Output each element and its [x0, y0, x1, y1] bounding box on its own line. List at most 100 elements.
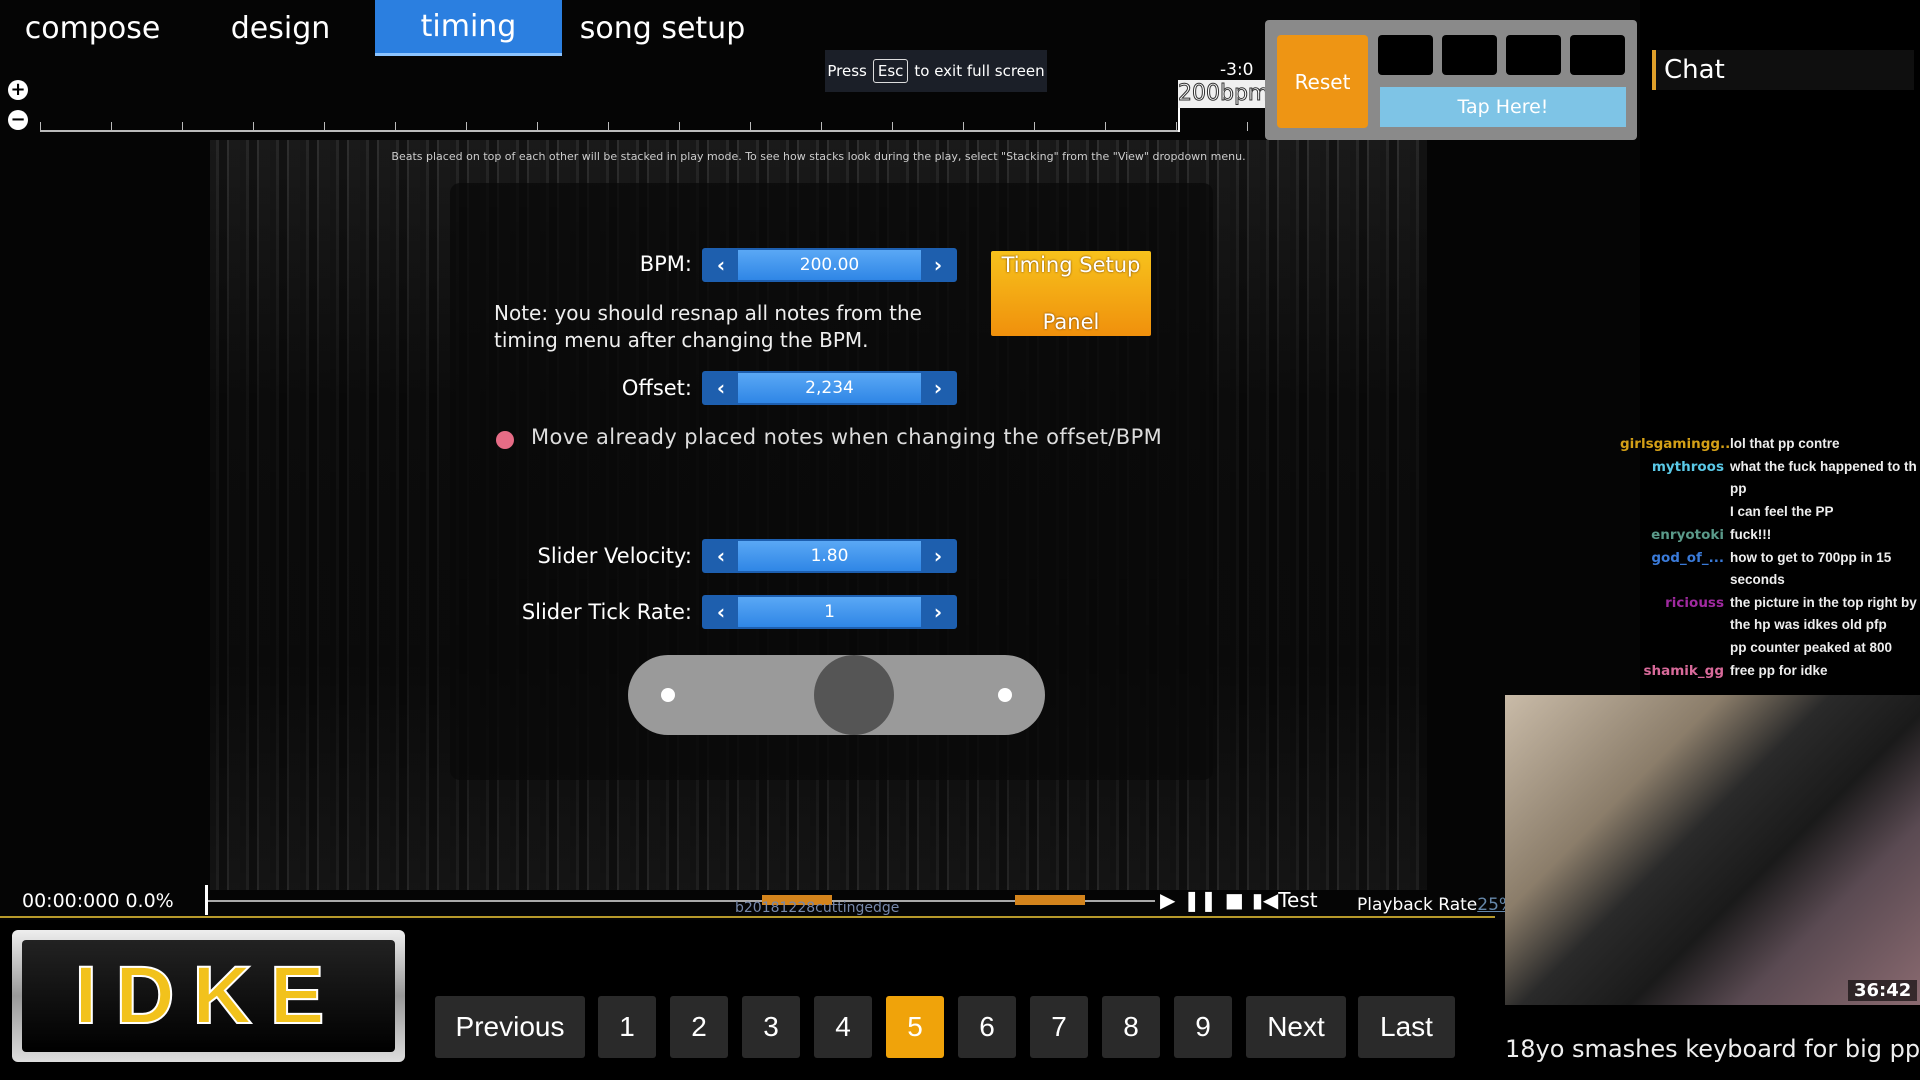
tab-compose[interactable]: compose: [0, 0, 185, 56]
timeline-cursor[interactable]: [205, 885, 208, 915]
move-notes-label[interactable]: Move already placed notes when changing …: [531, 425, 1162, 449]
test-label: Test: [1278, 888, 1318, 912]
chat-message: mythroos what the fuck happened to th pp: [1620, 456, 1920, 500]
zoom-out-icon[interactable]: −: [8, 110, 28, 130]
timeline-ruler[interactable]: [40, 130, 1180, 132]
ruler-tick: [1176, 122, 1177, 131]
timing-setup-line2: Panel: [1042, 310, 1100, 334]
tab-timing[interactable]: timing: [375, 0, 562, 56]
chat-username[interactable]: shamik_gg: [1620, 660, 1730, 682]
tab-design[interactable]: design: [188, 0, 373, 56]
ruler-tick: [182, 122, 183, 131]
tap-here-button[interactable]: Tap Here!: [1380, 87, 1626, 127]
chat-message: girlsgamingg... lol that pp contre: [1620, 433, 1920, 455]
test-button[interactable]: ▮◀Test: [1252, 888, 1318, 912]
page-1-button[interactable]: 1: [598, 996, 656, 1058]
ruler-tick: [821, 122, 822, 131]
ruler-tick: [253, 122, 254, 131]
next-button[interactable]: Next: [1246, 996, 1346, 1058]
chat-username[interactable]: enryotoki: [1620, 524, 1730, 546]
playback-rate-label: Playback Rate: [1357, 895, 1478, 915]
zoom-in-icon[interactable]: +: [8, 80, 28, 100]
chat-username[interactable]: god_of_...: [1620, 547, 1730, 591]
webcam-video: [1505, 695, 1920, 1005]
chat-text: fuck!!!: [1730, 527, 1772, 542]
stacking-hint: Beats placed on top of each other will b…: [391, 150, 1246, 163]
offset-stepper[interactable]: ‹ 2,234 ›: [702, 371, 957, 405]
notice-press: Press: [827, 62, 867, 80]
slider-velocity-stepper[interactable]: ‹ 1.80 ›: [702, 539, 957, 573]
previous-button[interactable]: Previous: [435, 996, 585, 1058]
time-percent: 0.0%: [125, 890, 174, 912]
slider-tick: [998, 688, 1012, 702]
chat-message: I can feel the PP: [1620, 501, 1920, 523]
ruler-tick: [963, 122, 964, 131]
page-5-button[interactable]: 5: [886, 996, 944, 1058]
move-notes-radio[interactable]: [496, 431, 514, 449]
playback-time: 00:00:000 0.0%: [22, 890, 174, 912]
play-icon[interactable]: ▶: [1160, 888, 1175, 912]
chevron-right-icon[interactable]: ›: [920, 250, 955, 280]
chevron-left-icon[interactable]: ‹: [704, 250, 738, 280]
chevron-left-icon[interactable]: ‹: [704, 597, 738, 627]
chat-title: Chat: [1652, 50, 1914, 90]
ruler-tick: [679, 122, 680, 131]
chat-username[interactable]: girlsgamingg...: [1620, 433, 1730, 455]
bpm-value[interactable]: 200.00: [800, 255, 859, 275]
page-7-button[interactable]: 7: [1030, 996, 1088, 1058]
stop-icon[interactable]: ■: [1225, 888, 1244, 912]
page-6-button[interactable]: 6: [958, 996, 1016, 1058]
slider-tick-rate-label: Slider Tick Rate:: [521, 600, 692, 624]
ruler-tick: [1034, 122, 1035, 131]
chat-text: I can feel the PP: [1730, 504, 1834, 519]
page-4-button[interactable]: 4: [814, 996, 872, 1058]
fullscreen-notice: Press Esc to exit full screen: [825, 50, 1047, 92]
chevron-left-icon[interactable]: ‹: [704, 373, 738, 403]
slider-ball: [814, 655, 894, 735]
esc-key: Esc: [872, 59, 909, 83]
bpm-flag[interactable]: 200bpm: [1178, 80, 1270, 108]
chat-username[interactable]: mythroos: [1620, 456, 1730, 500]
page-8-button[interactable]: 8: [1102, 996, 1160, 1058]
page-9-button[interactable]: 9: [1174, 996, 1232, 1058]
tap-indicator: [1442, 35, 1497, 75]
tap-indicator: [1570, 35, 1625, 75]
chat-username[interactable]: riciouss: [1620, 592, 1730, 636]
ruler-tick: [537, 122, 538, 131]
slider-velocity-value[interactable]: 1.80: [811, 546, 849, 566]
offset-value[interactable]: 2,234: [805, 378, 854, 398]
tab-song-setup[interactable]: song setup: [565, 0, 760, 56]
page-2-button[interactable]: 2: [670, 996, 728, 1058]
chevron-left-icon[interactable]: ‹: [704, 541, 738, 571]
playback-rate[interactable]: Playback Rate25%: [1357, 895, 1515, 915]
pause-icon[interactable]: ❚❚: [1183, 888, 1217, 912]
page-3-button[interactable]: 3: [742, 996, 800, 1058]
chat-username[interactable]: [1620, 501, 1730, 523]
video-caption[interactable]: 18yo smashes keyboard for big pp: [1505, 1035, 1920, 1063]
reset-button[interactable]: Reset: [1277, 35, 1368, 128]
chat-text: how to get to 700pp in 15 seconds: [1730, 550, 1892, 587]
chat-message: god_of_... how to get to 700pp in 15 seco…: [1620, 547, 1920, 591]
timing-setup-panel-button[interactable]: Timing Setup Panel: [991, 251, 1151, 336]
slider-tick-rate-value[interactable]: 1: [824, 602, 835, 622]
song-name: b20181228cuttingedge: [735, 900, 900, 916]
chevron-right-icon[interactable]: ›: [920, 373, 955, 403]
chat-text: pp counter peaked at 800: [1730, 640, 1893, 655]
slider-tick-rate-stepper[interactable]: ‹ 1 ›: [702, 595, 957, 629]
ruler-tick: [1247, 122, 1248, 131]
chat-message: pp counter peaked at 800: [1620, 637, 1920, 659]
playback-controls: ▶ ❚❚ ■ ▮◀Test: [1160, 888, 1318, 912]
timeline-break: [1015, 895, 1085, 905]
slider-tick: [661, 688, 675, 702]
ruler-tick: [1105, 122, 1106, 131]
logo-text: IDKE: [22, 940, 395, 1052]
chat-username[interactable]: [1620, 637, 1730, 659]
chevron-right-icon[interactable]: ›: [920, 597, 955, 627]
chevron-right-icon[interactable]: ›: [920, 541, 955, 571]
tap-indicator: [1378, 35, 1433, 75]
last-button[interactable]: Last: [1358, 996, 1455, 1058]
song-timeline[interactable]: [205, 900, 1155, 902]
ruler-tick: [324, 122, 325, 131]
bpm-stepper[interactable]: ‹ 200.00 ›: [702, 248, 957, 282]
bpm-label: BPM:: [639, 252, 692, 276]
